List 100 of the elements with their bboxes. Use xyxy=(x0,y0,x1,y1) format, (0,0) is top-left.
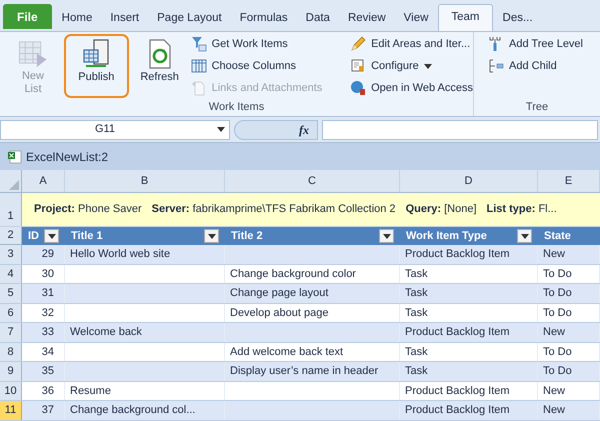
table-cell: Change background col... xyxy=(65,401,225,420)
table-cell: To Do xyxy=(538,264,600,283)
dropdown-caret-icon xyxy=(217,127,225,132)
ribbon-small-button[interactable]: Choose Columns xyxy=(190,56,348,76)
table-cell: Welcome back xyxy=(65,323,225,342)
table-cell: Task xyxy=(400,362,538,380)
filter-dropdown-button[interactable] xyxy=(204,229,219,243)
column-title: ID xyxy=(28,228,39,244)
row-header[interactable]: 8 xyxy=(0,342,22,361)
filter-dropdown-button[interactable] xyxy=(44,229,59,243)
table-cell: 29 xyxy=(22,245,65,264)
table-cell: 36 xyxy=(22,382,65,400)
table-cell: Product Backlog Item xyxy=(400,245,538,264)
list-title: ExcelNewList:2 xyxy=(26,148,108,166)
table-cell: To Do xyxy=(538,284,600,302)
row-header[interactable]: 10 xyxy=(0,382,22,400)
list-info-text: Query: [None] xyxy=(406,202,476,218)
table-cell: Change page layout xyxy=(225,284,400,302)
ribbon-large-button[interactable]: Publish xyxy=(64,34,129,98)
column-title: Work Item Type xyxy=(406,228,487,244)
ribbon-small-button[interactable]: Configure xyxy=(350,56,473,76)
table-cell: To Do xyxy=(538,362,600,380)
table-cell: New xyxy=(538,245,600,264)
table-cell: To Do xyxy=(538,304,600,322)
column-header[interactable]: D xyxy=(400,170,538,192)
column-header[interactable]: E xyxy=(538,170,600,192)
ribbon-small-button[interactable]: Add Child xyxy=(488,56,583,76)
document-icon xyxy=(190,80,207,96)
spreadsheet-icon xyxy=(8,150,22,164)
ribbon-tab[interactable]: Data xyxy=(298,6,338,31)
file-tab[interactable]: File xyxy=(3,4,52,29)
filter-dropdown-button[interactable] xyxy=(517,229,532,243)
row-header[interactable]: 1 xyxy=(0,193,22,226)
table-cell: Task xyxy=(400,264,538,283)
dropdown-caret-icon xyxy=(520,234,528,238)
list-info-text: Project: Phone Saver xyxy=(34,202,142,218)
table-cell: New xyxy=(538,323,600,342)
ribbon-tab[interactable]: Page Layout xyxy=(149,6,230,31)
filter-dropdown-button[interactable] xyxy=(379,229,394,243)
table-cell: Resume xyxy=(65,382,225,400)
table-cell: Product Backlog Item xyxy=(400,323,538,342)
row-header[interactable]: 2 xyxy=(0,227,22,245)
ribbon-group-label: Work Items xyxy=(208,100,266,115)
ribbon-group-label: Tree xyxy=(524,100,550,115)
dropdown-caret-icon xyxy=(424,64,432,68)
table-cell: 33 xyxy=(22,323,65,342)
add-child-icon xyxy=(488,58,504,74)
dropdown-caret-icon xyxy=(208,234,216,238)
column-header[interactable]: B xyxy=(65,170,225,192)
row-header[interactable]: 7 xyxy=(0,323,22,342)
ribbon-tab[interactable]: Team xyxy=(438,4,493,31)
table-cell: Product Backlog Item xyxy=(400,382,538,400)
list-info-text: Server: fabrikamprime\TFS Fabrikam Collection 2 xyxy=(152,202,396,218)
ribbon-tab[interactable]: Review xyxy=(340,6,394,31)
row-header[interactable]: 3 xyxy=(0,245,22,264)
table-cell: Task xyxy=(400,284,538,302)
ribbon-tab[interactable]: View xyxy=(396,6,436,31)
corner-triangle-icon xyxy=(9,180,19,190)
table-cell: 30 xyxy=(22,264,65,283)
row-header[interactable]: 5 xyxy=(0,284,22,302)
ribbon-large-button[interactable]: Refresh xyxy=(130,34,189,98)
table-cell: Task xyxy=(400,342,538,361)
column-title: State xyxy=(544,228,571,244)
ribbon-small-button[interactable]: Open in Web Access xyxy=(350,78,473,98)
column-header[interactable]: C xyxy=(225,170,400,192)
table-cell: New xyxy=(538,382,600,400)
name-box[interactable]: G11 xyxy=(0,120,230,140)
table-cell: 37 xyxy=(22,401,65,420)
globe-icon xyxy=(350,80,366,96)
table-cell: 32 xyxy=(22,304,65,322)
table-cell: Develop about page xyxy=(225,304,400,322)
table-cell: Change background color xyxy=(225,264,400,283)
table-cell: Task xyxy=(400,304,538,322)
insert-function-button[interactable]: fx xyxy=(234,120,318,140)
configure-icon xyxy=(350,58,366,74)
column-header[interactable]: A xyxy=(22,170,65,192)
table-cell: 31 xyxy=(22,284,65,302)
ribbon-tab[interactable]: Insert xyxy=(102,6,148,31)
column-title: Title 2 xyxy=(231,228,263,244)
row-header[interactable]: 4 xyxy=(0,264,22,283)
dropdown-caret-icon xyxy=(48,234,56,238)
formula-input[interactable] xyxy=(322,120,598,140)
table-cell: Display user’s name in header xyxy=(225,362,400,380)
row-header[interactable]: 6 xyxy=(0,304,22,322)
ribbon-tab[interactable]: Formulas xyxy=(232,6,296,31)
dropdown-caret-icon xyxy=(382,234,390,238)
table-cell: New xyxy=(538,401,600,420)
ribbon-small-button[interactable]: Get Work Items xyxy=(190,34,348,54)
table-cell: To Do xyxy=(538,342,600,361)
ribbon-tab[interactable]: Home xyxy=(54,6,100,31)
table-cell: Product Backlog Item xyxy=(400,401,538,420)
ribbon-small-button[interactable]: Edit Areas and Iter... xyxy=(350,34,473,54)
ribbon-small-button[interactable]: Add Tree Level xyxy=(488,34,583,54)
table-cell: 34 xyxy=(22,342,65,361)
row-header[interactable]: 9 xyxy=(0,362,22,380)
column-title: Title 1 xyxy=(71,228,103,244)
ribbon-tab[interactable]: Des... xyxy=(494,6,541,31)
row-header[interactable]: 11 xyxy=(0,401,22,420)
pencil-icon xyxy=(350,36,366,52)
funnel-icon xyxy=(190,36,207,52)
